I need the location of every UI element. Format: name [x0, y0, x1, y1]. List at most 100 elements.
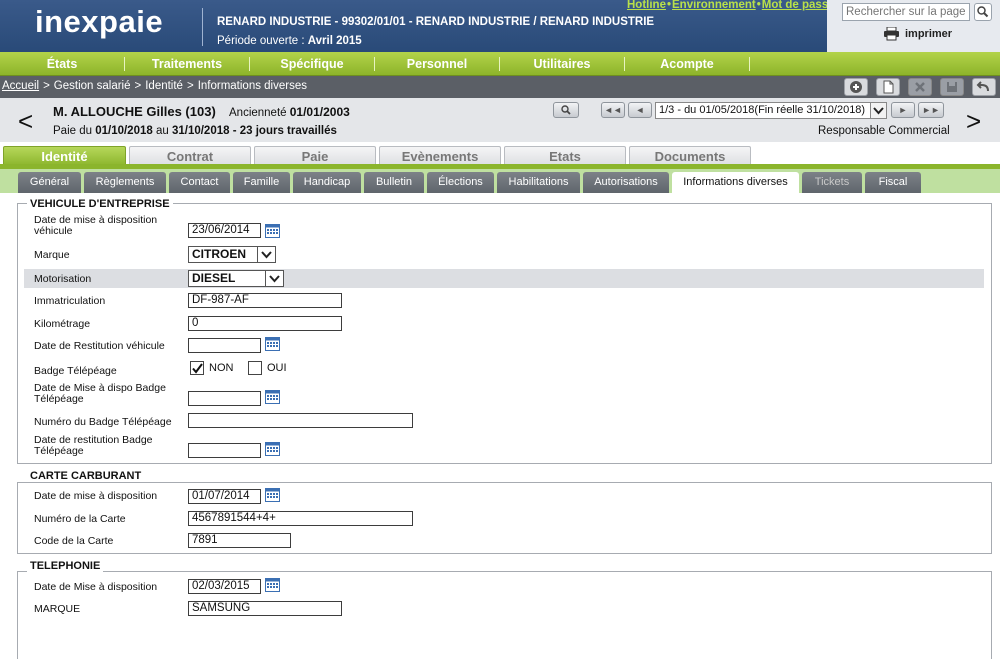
subtab-handicap[interactable]: Handicap [293, 172, 361, 193]
marque-select[interactable]: CITROEN [188, 246, 276, 263]
delete-button[interactable] [908, 78, 932, 96]
print-button[interactable]: imprimer [883, 27, 952, 41]
tab-documents[interactable]: Documents [629, 146, 751, 166]
back-button[interactable] [972, 78, 996, 96]
kilometrage-input[interactable]: 0 [188, 316, 342, 331]
content-area: VEHICULE D'ENTREPRISE Date de mise à dis… [0, 193, 1000, 659]
menu-etats[interactable]: États [0, 52, 124, 76]
last-period-button[interactable]: ►► [918, 102, 944, 118]
calendar-icon[interactable] [265, 336, 280, 351]
employee-search-button[interactable] [553, 102, 579, 118]
subtab-tickets[interactable]: Tickets [802, 172, 862, 193]
tab-evenements[interactable]: Evènements [379, 146, 501, 166]
subtab-fiscal[interactable]: Fiscal [865, 172, 921, 193]
menu-personnel[interactable]: Personnel [375, 52, 499, 76]
carte-code-input[interactable]: 7891 [188, 533, 291, 548]
hotline-link[interactable]: Hotline [627, 0, 666, 11]
motorisation-select[interactable]: DIESEL [188, 270, 284, 287]
date-restitution-badge-label: Date de restitution Badge Télépéage [34, 434, 153, 457]
page-search-input[interactable] [842, 3, 970, 21]
subtab-contact[interactable]: Contact [169, 172, 230, 193]
marque-value: CITROEN [192, 247, 246, 261]
environnement-link[interactable]: Environnement [672, 0, 756, 11]
carte-numero-input[interactable]: 4567891544+4+ [188, 511, 413, 526]
search-button[interactable] [974, 3, 992, 21]
subtab-bulletin[interactable]: Bulletin [364, 172, 424, 193]
prev-period-button[interactable]: ◄ [628, 102, 652, 118]
date-restitution-vehicule-input[interactable] [188, 338, 261, 353]
checkmark-icon [192, 363, 203, 374]
header-divider [202, 8, 203, 46]
telephone-date-input[interactable]: 02/03/2015 [188, 579, 261, 594]
undo-icon [976, 81, 989, 92]
telephone-date-label: Date de Mise à disposition [34, 581, 158, 593]
badge-telepeage-label: Badge Télépéage [34, 365, 117, 377]
date-restitution-badge-input[interactable] [188, 443, 261, 458]
tab-etats[interactable]: Etats [504, 146, 626, 166]
calendar-icon[interactable] [265, 577, 280, 592]
numero-badge-label: Numéro du Badge Télépéage [34, 416, 172, 428]
subtab-reglements[interactable]: Règlements [84, 172, 166, 193]
next-period-button[interactable]: ► [891, 102, 915, 118]
next-employee-button[interactable]: > [966, 106, 981, 137]
employee-seniority: Ancienneté 01/01/2003 [229, 105, 350, 119]
open-period-label: Période ouverte : [217, 35, 308, 47]
subtab-elections[interactable]: Élections [427, 172, 494, 193]
previous-employee-button[interactable]: < [18, 106, 33, 137]
calendar-icon[interactable] [265, 487, 280, 502]
kilometrage-label: Kilométrage [34, 318, 91, 330]
seniority-value: 01/01/2003 [289, 105, 350, 119]
breadcrumb-gestion-salarie[interactable]: Gestion salarié [54, 80, 131, 92]
search-icon [977, 6, 989, 18]
calendar-icon[interactable] [265, 441, 280, 456]
subtab-informations-diverses[interactable]: Informations diverses [672, 172, 799, 193]
app-logo: inexpaie [35, 4, 164, 39]
tab-identite[interactable]: Identité [3, 146, 126, 166]
edit-button[interactable] [876, 78, 900, 96]
mot-de-passe-link[interactable]: Mot de passe [762, 0, 835, 11]
breadcrumb-accueil[interactable]: Accueil [2, 80, 39, 92]
menu-utilitaires[interactable]: Utilitaires [500, 52, 624, 76]
date-dispo-badge-input[interactable] [188, 391, 261, 406]
badge-non-label: NON [209, 362, 234, 374]
numero-badge-input[interactable] [188, 413, 413, 428]
chevron-down-icon [870, 103, 886, 118]
pay-prefix: Paie du [53, 125, 96, 137]
pay-period: Paie du 01/10/2018 au 31/10/2018 - 23 jo… [53, 125, 337, 137]
save-button[interactable] [940, 78, 964, 96]
search-icon [561, 105, 571, 115]
top-links: Hotline•Environnement•Mot de passe [627, 0, 835, 11]
tab-contrat[interactable]: Contrat [129, 146, 251, 166]
calendar-icon[interactable] [265, 223, 280, 238]
breadcrumb-identite[interactable]: Identité [145, 80, 183, 92]
first-period-button[interactable]: ◄◄ [601, 102, 625, 118]
menu-acompte[interactable]: Acompte [625, 52, 749, 76]
document-icon [883, 80, 894, 94]
immatriculation-input[interactable]: DF-987-AF [188, 293, 342, 308]
add-button[interactable] [844, 78, 868, 96]
period-select-value: 1/3 - du 01/05/2018(Fin réelle 31/10/201… [659, 104, 866, 116]
telephone-marque-input[interactable]: SAMSUNG [188, 601, 342, 616]
pay-from: 01/10/2018 [95, 125, 153, 137]
immatriculation-label: Immatriculation [34, 295, 106, 307]
open-period-value: Avril 2015 [307, 35, 362, 47]
pay-mid: au [152, 125, 172, 137]
subtab-famille[interactable]: Famille [233, 172, 290, 193]
badge-oui-checkbox[interactable] [248, 361, 262, 375]
telephonie-section-title: TELEPHONIE [27, 560, 104, 572]
date-dispo-vehicule-input[interactable]: 23/06/2014 [188, 223, 261, 238]
badge-non-checkbox[interactable] [190, 361, 204, 375]
subtab-autorisations[interactable]: Autorisations [583, 172, 669, 193]
period-select[interactable]: 1/3 - du 01/05/2018(Fin réelle 31/10/201… [655, 102, 887, 119]
carte-date-input[interactable]: 01/07/2014 [188, 489, 261, 504]
marque-label: Marque [34, 249, 70, 261]
tab-paie[interactable]: Paie [254, 146, 376, 166]
telephonie-section [17, 571, 992, 659]
calendar-icon[interactable] [265, 389, 280, 404]
menu-traitements[interactable]: Traitements [125, 52, 249, 76]
subtab-general[interactable]: Général [18, 172, 81, 193]
breadcrumb-current: Informations diverses [197, 80, 307, 92]
save-icon [947, 82, 957, 92]
menu-specifique[interactable]: Spécifique [250, 52, 374, 76]
subtab-habilitations[interactable]: Habilitations [497, 172, 580, 193]
